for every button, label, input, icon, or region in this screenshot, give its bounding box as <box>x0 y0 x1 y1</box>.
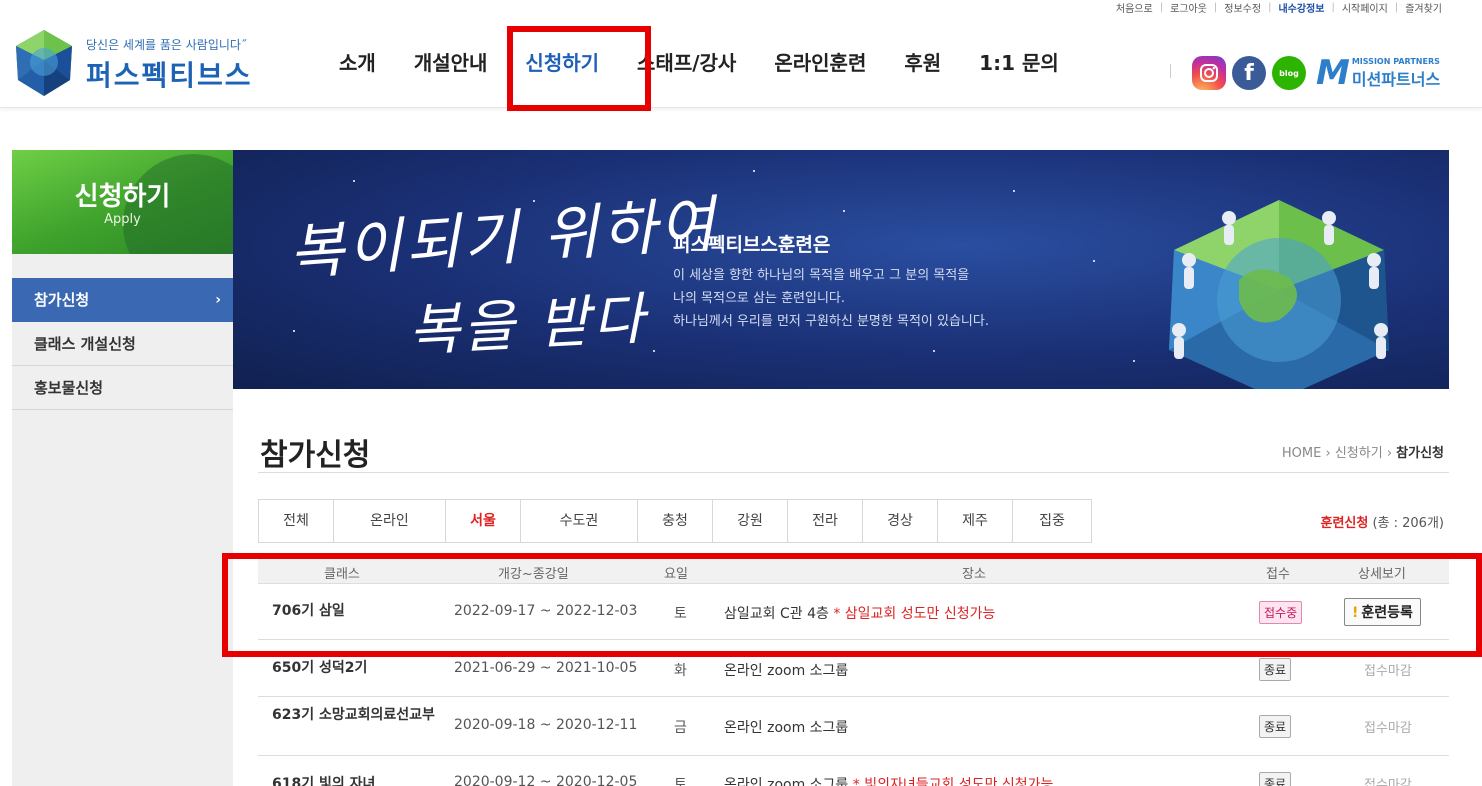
breadcrumb-current: 참가신청 <box>1396 446 1444 461</box>
mission-partners-ko: 미션파트너스 <box>1351 69 1441 89</box>
tab-all[interactable]: 전체 <box>259 500 334 542</box>
breadcrumb: HOME › 신청하기 › 참가신청 <box>1282 442 1444 461</box>
banner-title: 퍼스펙티브스훈련은 <box>673 234 831 256</box>
sidebar: 신청하기 Apply 참가신청 › 클래스 개설신청 홍보물신청 <box>12 150 233 786</box>
row-class: 650기 성덕2기 <box>272 660 368 676</box>
mission-partners-letter: M <box>1316 53 1350 93</box>
util-profile-link[interactable]: 정보수정 <box>1224 0 1261 15</box>
main-nav: 소개 개설안내 신청하기 스태프/강사 온라인훈련 후원 1:1 문의 <box>320 14 1078 108</box>
sidebar-item-participation[interactable]: 참가신청 › <box>12 278 233 322</box>
logo-name: 퍼스펙티브스 <box>86 59 253 92</box>
banner-calligraphy-1: 복이되기 위하여 <box>286 189 720 289</box>
util-logout-link[interactable]: 로그아웃 <box>1170 0 1207 15</box>
sidebar-item-class-open[interactable]: 클래스 개설신청 <box>12 322 233 366</box>
logo-tagline: 당신은 세계를 품은 사람입니다˝ <box>86 38 247 52</box>
sns-links: f blog M MISSION PARTNERS 미션파트너스 <box>1192 56 1440 90</box>
sidebar-item-promo[interactable]: 홍보물신청 <box>12 366 233 410</box>
row-place-text: 온라인 zoom 소그룹 <box>724 777 849 786</box>
tab-gyeongsang[interactable]: 경상 <box>863 500 938 542</box>
globe-people-illustration <box>1169 200 1389 389</box>
table-row: 618기 빛의 자녀 2020-09-12 ~ 2020-12-05 토 온라인… <box>258 756 1449 786</box>
sidebar-subtitle: Apply <box>104 212 141 227</box>
breadcrumb-separator: › <box>1325 446 1331 461</box>
tab-online[interactable]: 온라인 <box>334 500 446 542</box>
banner-line-1: 이 세상을 향한 하나님의 목적을 배우고 그 분의 목적을 <box>673 268 970 283</box>
row-day: 화 <box>674 663 687 679</box>
tab-metro[interactable]: 수도권 <box>521 500 638 542</box>
banner-line-2: 나의 목적으로 삼는 훈련입니다. <box>673 291 846 306</box>
breadcrumb-level1[interactable]: 신청하기 <box>1335 446 1383 461</box>
status-badge: 종료 <box>1259 772 1292 786</box>
row-place: 온라인 zoom 소그룹 <box>724 717 848 737</box>
region-tabs: 전체 온라인 서울 수도권 충청 강원 전라 경상 제주 집중 <box>258 499 1092 543</box>
sidebar-title: 신청하기 <box>74 182 171 212</box>
tab-jeju[interactable]: 제주 <box>938 500 1013 542</box>
closed-label: 접수마감 <box>1364 778 1412 786</box>
sidebar-item-label: 클래스 개설신청 <box>34 335 136 353</box>
row-day: 금 <box>674 720 687 736</box>
util-home-link[interactable]: 처음으로 <box>1116 0 1153 15</box>
row-dates: 2020-09-18 ~ 2020-12-11 <box>454 717 638 733</box>
sidebar-item-label: 홍보물신청 <box>34 379 104 397</box>
site-logo[interactable]: 당신은 세계를 품은 사람입니다˝ 퍼스펙티브스 <box>12 28 292 98</box>
banner-line-3: 하나님께서 우리를 먼저 구원하신 분명한 목적이 있습니다. <box>673 314 989 329</box>
nav-inquiry[interactable]: 1:1 문의 <box>960 47 1078 76</box>
row-class: 623기 소망교회의료선교부 <box>272 707 435 723</box>
row-class: 618기 빛의 자녀 <box>272 776 376 786</box>
row-place-note: * 빛의자녀들교회 성도만 신청가능 <box>852 777 1054 786</box>
mission-partners-en: MISSION PARTNERS <box>1351 56 1440 66</box>
nav-support[interactable]: 후원 <box>885 47 960 76</box>
row-dates: 2020-09-12 ~ 2020-12-05 <box>454 774 638 786</box>
instagram-icon[interactable] <box>1192 56 1226 90</box>
sidebar-item-label: 참가신청 <box>34 291 90 309</box>
util-startpage-link[interactable]: 시작페이지 <box>1342 0 1388 15</box>
nav-online-training[interactable]: 온라인훈련 <box>755 47 885 76</box>
sidebar-header: 신청하기 Apply <box>12 150 233 254</box>
row-place-text: 온라인 zoom 소그룹 <box>724 663 849 679</box>
breadcrumb-separator: › <box>1386 446 1393 461</box>
globe-gem-icon <box>16 30 72 96</box>
facebook-icon[interactable]: f <box>1232 56 1266 90</box>
util-my-courses-link[interactable]: 내수강정보 <box>1278 0 1324 15</box>
title-divider <box>258 472 1449 473</box>
hero-banner: 복이되기 위하여 복을 받다 퍼스펙티브스훈련은 이 세상을 향한 하나님의 목… <box>233 150 1449 389</box>
blog-icon[interactable]: blog <box>1272 56 1306 90</box>
mission-partners-logo[interactable]: M MISSION PARTNERS 미션파트너스 <box>1316 56 1440 90</box>
banner-calligraphy-2: 복을 받다 <box>406 286 649 365</box>
status-badge: 종료 <box>1259 658 1292 681</box>
status-badge: 종료 <box>1259 715 1292 738</box>
chevron-right-icon: › <box>215 292 221 308</box>
page-title: 참가신청 <box>260 438 371 473</box>
row-day: 토 <box>674 777 687 786</box>
tab-jeolla[interactable]: 전라 <box>788 500 863 542</box>
row-place: 온라인 zoom 소그룹 <box>724 660 848 680</box>
tab-gangwon[interactable]: 강원 <box>713 500 788 542</box>
table-row: 623기 소망교회의료선교부 2020-09-18 ~ 2020-12-11 금… <box>258 697 1449 756</box>
highlight-box-nav <box>507 26 651 111</box>
closed-label: 접수마감 <box>1364 721 1412 736</box>
nav-open-guide[interactable]: 개설안내 <box>395 47 507 76</box>
nav-intro[interactable]: 소개 <box>320 47 395 76</box>
site-header: 당신은 세계를 품은 사람입니다˝ 퍼스펙티브스 소개 개설안내 신청하기 스태… <box>0 14 1482 108</box>
row-dates: 2021-06-29 ~ 2021-10-05 <box>454 660 638 676</box>
tab-intensive[interactable]: 집중 <box>1013 500 1091 542</box>
sidebar-menu: 참가신청 › 클래스 개설신청 홍보물신청 <box>12 278 233 410</box>
breadcrumb-home[interactable]: HOME <box>1282 446 1321 461</box>
count-label: 훈련신청 <box>1320 516 1369 531</box>
util-bookmark-link[interactable]: 즐겨찾기 <box>1405 0 1442 15</box>
tab-seoul[interactable]: 서울 <box>446 500 521 542</box>
row-place-text: 온라인 zoom 소그룹 <box>724 720 849 736</box>
tab-chungcheong[interactable]: 충청 <box>638 500 713 542</box>
highlight-box-row <box>222 553 1482 657</box>
row-place: 온라인 zoom 소그룹 * 빛의자녀들교회 성도만 신청가능 <box>724 774 1053 786</box>
count-value: (총 : 206개) <box>1372 516 1444 531</box>
training-count: 훈련신청 (총 : 206개) <box>1320 512 1444 531</box>
nav-divider <box>1170 64 1171 78</box>
closed-label: 접수마감 <box>1364 664 1412 679</box>
utility-links: 처음으로 | 로그아웃 | 정보수정 | 내수강정보 | 시작페이지 | 즐겨찾기 <box>1115 0 1442 15</box>
